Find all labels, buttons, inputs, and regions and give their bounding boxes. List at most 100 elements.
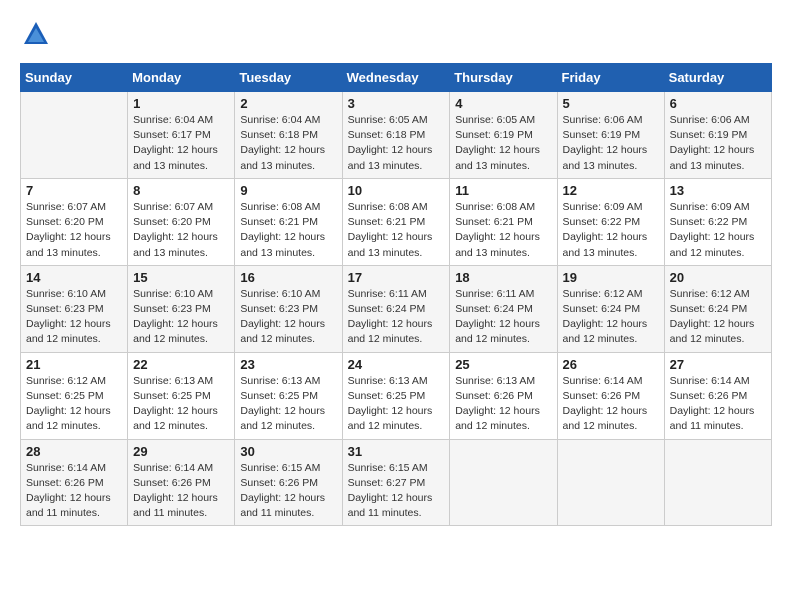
day-number: 16: [240, 270, 336, 285]
calendar-cell: 12Sunrise: 6:09 AM Sunset: 6:22 PM Dayli…: [557, 178, 664, 265]
day-number: 30: [240, 444, 336, 459]
day-number: 3: [348, 96, 445, 111]
day-info: Sunrise: 6:12 AM Sunset: 6:25 PM Dayligh…: [26, 374, 122, 435]
day-info: Sunrise: 6:15 AM Sunset: 6:26 PM Dayligh…: [240, 461, 336, 522]
day-info: Sunrise: 6:14 AM Sunset: 6:26 PM Dayligh…: [26, 461, 122, 522]
calendar-cell: [664, 439, 771, 526]
calendar-cell: 1 Sunrise: 6:04 AM Sunset: 6:17 PM Daylig…: [128, 92, 235, 179]
day-info: Sunrise: 6:07 AM Sunset: 6:20 PM Dayligh…: [26, 200, 122, 261]
day-number: 31: [348, 444, 445, 459]
day-header-thursday: Thursday: [450, 64, 557, 92]
calendar-cell: 20Sunrise: 6:12 AM Sunset: 6:24 PM Dayli…: [664, 265, 771, 352]
day-number: 10: [348, 183, 445, 198]
calendar-cell: 14Sunrise: 6:10 AM Sunset: 6:23 PM Dayli…: [21, 265, 128, 352]
day-info: Sunrise: 6:04 AM Sunset: 6:18 PM Dayligh…: [240, 113, 336, 174]
week-row-4: 21 Sunrise: 6:12 AM Sunset: 6:25 PM Dayli…: [21, 352, 772, 439]
calendar-cell: 27Sunrise: 6:14 AM Sunset: 6:26 PM Dayli…: [664, 352, 771, 439]
calendar-cell: 13 Sunrise: 6:09 AM Sunset: 6:22 PM Dayli…: [664, 178, 771, 265]
day-info: Sunrise: 6:10 AM Sunset: 6:23 PM Dayligh…: [240, 287, 336, 348]
calendar-cell: 4Sunrise: 6:05 AM Sunset: 6:19 PM Daylig…: [450, 92, 557, 179]
calendar-cell: 7 Sunrise: 6:07 AM Sunset: 6:20 PM Daylig…: [21, 178, 128, 265]
calendar-cell: 11 Sunrise: 6:08 AM Sunset: 6:21 PM Dayli…: [450, 178, 557, 265]
day-number: 29: [133, 444, 229, 459]
day-info: Sunrise: 6:07 AM Sunset: 6:20 PM Dayligh…: [133, 200, 229, 261]
day-info: Sunrise: 6:05 AM Sunset: 6:18 PM Dayligh…: [348, 113, 445, 174]
day-info: Sunrise: 6:11 AM Sunset: 6:24 PM Dayligh…: [455, 287, 551, 348]
day-info: Sunrise: 6:14 AM Sunset: 6:26 PM Dayligh…: [670, 374, 766, 435]
day-number: 11: [455, 183, 551, 198]
calendar-cell: 21 Sunrise: 6:12 AM Sunset: 6:25 PM Dayli…: [21, 352, 128, 439]
day-number: 2: [240, 96, 336, 111]
day-info: Sunrise: 6:14 AM Sunset: 6:26 PM Dayligh…: [563, 374, 659, 435]
day-header-friday: Friday: [557, 64, 664, 92]
day-number: 15: [133, 270, 229, 285]
day-info: Sunrise: 6:04 AM Sunset: 6:17 PM Dayligh…: [133, 113, 229, 174]
day-number: 13: [670, 183, 766, 198]
day-number: 21: [26, 357, 122, 372]
day-header-wednesday: Wednesday: [342, 64, 450, 92]
day-number: 8: [133, 183, 229, 198]
day-info: Sunrise: 6:13 AM Sunset: 6:25 PM Dayligh…: [240, 374, 336, 435]
day-number: 5: [563, 96, 659, 111]
day-info: Sunrise: 6:10 AM Sunset: 6:23 PM Dayligh…: [26, 287, 122, 348]
calendar-cell: 25Sunrise: 6:13 AM Sunset: 6:26 PM Dayli…: [450, 352, 557, 439]
day-info: Sunrise: 6:15 AM Sunset: 6:27 PM Dayligh…: [348, 461, 445, 522]
calendar-cell: 15Sunrise: 6:10 AM Sunset: 6:23 PM Dayli…: [128, 265, 235, 352]
day-number: 24: [348, 357, 445, 372]
day-number: 19: [563, 270, 659, 285]
calendar-cell: 29 Sunrise: 6:14 AM Sunset: 6:26 PM Dayli…: [128, 439, 235, 526]
calendar-cell: 22Sunrise: 6:13 AM Sunset: 6:25 PM Dayli…: [128, 352, 235, 439]
calendar-cell: 28 Sunrise: 6:14 AM Sunset: 6:26 PM Dayli…: [21, 439, 128, 526]
day-number: 9: [240, 183, 336, 198]
day-number: 4: [455, 96, 551, 111]
header: [20, 20, 772, 53]
calendar-cell: [450, 439, 557, 526]
calendar-cell: [557, 439, 664, 526]
calendar-cell: 31 Sunrise: 6:15 AM Sunset: 6:27 PM Dayli…: [342, 439, 450, 526]
day-number: 28: [26, 444, 122, 459]
calendar-cell: 23 Sunrise: 6:13 AM Sunset: 6:25 PM Dayli…: [235, 352, 342, 439]
day-number: 23: [240, 357, 336, 372]
day-number: 26: [563, 357, 659, 372]
day-number: 7: [26, 183, 122, 198]
week-row-3: 14Sunrise: 6:10 AM Sunset: 6:23 PM Dayli…: [21, 265, 772, 352]
calendar-header-row: SundayMondayTuesdayWednesdayThursdayFrid…: [21, 64, 772, 92]
calendar-cell: 8 Sunrise: 6:07 AM Sunset: 6:20 PM Daylig…: [128, 178, 235, 265]
day-number: 1: [133, 96, 229, 111]
calendar-table: SundayMondayTuesdayWednesdayThursdayFrid…: [20, 63, 772, 526]
calendar-cell: 5 Sunrise: 6:06 AM Sunset: 6:19 PM Daylig…: [557, 92, 664, 179]
day-number: 6: [670, 96, 766, 111]
day-info: Sunrise: 6:09 AM Sunset: 6:22 PM Dayligh…: [563, 200, 659, 261]
day-number: 18: [455, 270, 551, 285]
day-info: Sunrise: 6:14 AM Sunset: 6:26 PM Dayligh…: [133, 461, 229, 522]
day-info: Sunrise: 6:08 AM Sunset: 6:21 PM Dayligh…: [240, 200, 336, 261]
day-info: Sunrise: 6:13 AM Sunset: 6:26 PM Dayligh…: [455, 374, 551, 435]
day-info: Sunrise: 6:06 AM Sunset: 6:19 PM Dayligh…: [670, 113, 766, 174]
day-header-monday: Monday: [128, 64, 235, 92]
calendar-cell: 6 Sunrise: 6:06 AM Sunset: 6:19 PM Daylig…: [664, 92, 771, 179]
calendar-cell: 30 Sunrise: 6:15 AM Sunset: 6:26 PM Dayli…: [235, 439, 342, 526]
day-header-saturday: Saturday: [664, 64, 771, 92]
day-header-tuesday: Tuesday: [235, 64, 342, 92]
day-number: 20: [670, 270, 766, 285]
day-info: Sunrise: 6:13 AM Sunset: 6:25 PM Dayligh…: [348, 374, 445, 435]
day-number: 17: [348, 270, 445, 285]
calendar-cell: 19 Sunrise: 6:12 AM Sunset: 6:24 PM Dayli…: [557, 265, 664, 352]
week-row-5: 28 Sunrise: 6:14 AM Sunset: 6:26 PM Dayli…: [21, 439, 772, 526]
week-row-1: 1 Sunrise: 6:04 AM Sunset: 6:17 PM Daylig…: [21, 92, 772, 179]
day-info: Sunrise: 6:13 AM Sunset: 6:25 PM Dayligh…: [133, 374, 229, 435]
calendar-cell: 16 Sunrise: 6:10 AM Sunset: 6:23 PM Dayli…: [235, 265, 342, 352]
logo-icon: [22, 20, 50, 48]
day-info: Sunrise: 6:08 AM Sunset: 6:21 PM Dayligh…: [348, 200, 445, 261]
day-info: Sunrise: 6:06 AM Sunset: 6:19 PM Dayligh…: [563, 113, 659, 174]
day-info: Sunrise: 6:12 AM Sunset: 6:24 PM Dayligh…: [563, 287, 659, 348]
calendar-cell: 24 Sunrise: 6:13 AM Sunset: 6:25 PM Dayli…: [342, 352, 450, 439]
day-info: Sunrise: 6:11 AM Sunset: 6:24 PM Dayligh…: [348, 287, 445, 348]
day-info: Sunrise: 6:09 AM Sunset: 6:22 PM Dayligh…: [670, 200, 766, 261]
calendar-cell: 18 Sunrise: 6:11 AM Sunset: 6:24 PM Dayli…: [450, 265, 557, 352]
week-row-2: 7 Sunrise: 6:07 AM Sunset: 6:20 PM Daylig…: [21, 178, 772, 265]
day-info: Sunrise: 6:08 AM Sunset: 6:21 PM Dayligh…: [455, 200, 551, 261]
calendar-cell: [21, 92, 128, 179]
calendar-cell: 3 Sunrise: 6:05 AM Sunset: 6:18 PM Daylig…: [342, 92, 450, 179]
calendar-cell: 26 Sunrise: 6:14 AM Sunset: 6:26 PM Dayli…: [557, 352, 664, 439]
